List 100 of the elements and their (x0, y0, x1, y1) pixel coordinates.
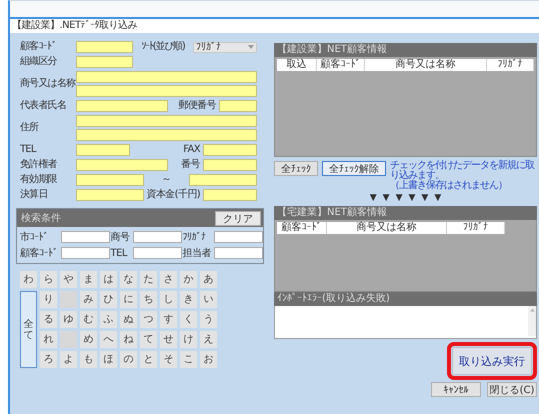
kana-key[interactable]: う (200, 311, 217, 328)
input-field[interactable] (189, 174, 257, 186)
input-field[interactable] (214, 247, 263, 259)
kana-key[interactable]: み (80, 291, 97, 308)
kana-key[interactable]: へ (100, 331, 117, 348)
kana-key[interactable]: ら (40, 271, 57, 288)
kana-key[interactable]: ろ (40, 351, 57, 368)
kana-key[interactable]: れ (40, 331, 57, 348)
field-label: 顧客ｺｰﾄﾞ (20, 246, 58, 260)
field-label: ｿｰﾄ(並び順) (140, 41, 186, 53)
section-header: 【宅建業】NET顧客情報 (274, 206, 537, 220)
input-field[interactable] (214, 231, 263, 243)
kana-key[interactable]: ち (140, 291, 157, 308)
kana-key[interactable]: ひ (100, 291, 117, 308)
kana-key[interactable]: け (180, 331, 197, 348)
field-label: 市ｺｰﾄﾞ (20, 230, 49, 244)
input-field[interactable] (76, 56, 133, 68)
clear-button[interactable]: クリア (215, 210, 261, 226)
kana-key[interactable]: つ (140, 311, 157, 328)
input-field[interactable] (76, 129, 257, 141)
kana-key[interactable]: る (40, 311, 57, 328)
input-field[interactable] (132, 247, 182, 259)
sort-dropdown[interactable]: ﾌﾘｶﾞﾅ (193, 42, 257, 52)
field-label: 住所 (20, 122, 40, 134)
kana-key[interactable]: に (120, 291, 137, 308)
input-field[interactable] (203, 144, 257, 156)
kana-key[interactable]: む (80, 311, 97, 328)
down-arrow-icon: ▼ (408, 192, 416, 204)
kana-key[interactable]: な (120, 271, 137, 288)
check-button[interactable]: 全ﾁｪｯｸ (274, 161, 318, 176)
kana-key[interactable]: そ (160, 351, 177, 368)
input-field[interactable] (76, 144, 130, 156)
kana-key[interactable]: き (180, 291, 197, 308)
kana-key[interactable]: り (40, 291, 57, 308)
kana-key[interactable]: く (180, 311, 197, 328)
input-field[interactable] (60, 231, 110, 243)
kana-key[interactable]: ゆ (60, 311, 77, 328)
kana-key[interactable]: か (180, 271, 197, 288)
input-field[interactable] (132, 231, 182, 243)
kana-key[interactable]: す (160, 311, 177, 328)
input-field[interactable] (219, 100, 257, 112)
field-label: 有効期限 (20, 174, 58, 186)
check-button[interactable]: 全ﾁｪｯｸ解除 (322, 161, 386, 176)
kana-key[interactable]: ま (80, 271, 97, 288)
kana-key[interactable]: い (200, 291, 217, 308)
field-label: 商号 (110, 230, 130, 244)
kana-key[interactable]: て (140, 331, 157, 348)
input-field[interactable] (76, 41, 133, 53)
error-log-field[interactable] (274, 306, 537, 339)
kana-key[interactable]: こ (180, 351, 197, 368)
kana-key[interactable]: え (200, 331, 217, 348)
column-header: 取込 (277, 59, 317, 71)
input-field[interactable] (76, 159, 168, 171)
field-label: 免許権者 (20, 159, 58, 171)
kana-key[interactable]: め (80, 331, 97, 348)
column-header: 顧客ｺｰﾄﾞ (317, 59, 365, 71)
input-field[interactable] (76, 174, 144, 186)
input-field[interactable] (76, 85, 257, 97)
column-header: ﾌﾘｶﾞﾅ (447, 222, 505, 234)
kana-key[interactable]: は (100, 271, 117, 288)
kana-key[interactable]: よ (60, 351, 77, 368)
footer-button[interactable]: ｷｬﾝｾﾙ (431, 382, 481, 397)
kana-key[interactable]: わ (20, 271, 37, 288)
column-header: 商号又は名称 (365, 59, 487, 71)
input-field[interactable] (60, 247, 110, 259)
kana-key[interactable]: さ (160, 271, 177, 288)
kana-key[interactable]: お (200, 351, 217, 368)
field-label: 決算日 (20, 189, 49, 201)
input-field[interactable] (203, 189, 257, 201)
column-header: ﾌﾘｶﾞﾅ (487, 59, 534, 71)
field-label: TEL (110, 248, 128, 258)
input-field[interactable] (203, 159, 257, 171)
kana-key[interactable]: ね (120, 331, 137, 348)
column-header: 顧客ｺｰﾄﾞ (277, 222, 327, 234)
kana-key[interactable]: ほ (100, 351, 117, 368)
kana-key[interactable]: や (60, 271, 77, 288)
field-label: 資本金(千円) (145, 189, 201, 201)
kana-key[interactable]: ぬ (120, 311, 137, 328)
input-field[interactable] (76, 100, 168, 112)
kana-key[interactable]: し (160, 291, 177, 308)
field-label: 商号又は名称 (20, 78, 76, 90)
kana-key[interactable]: せ (160, 331, 177, 348)
field-label: 顧客ｺｰﾄﾞ (20, 41, 58, 53)
input-field[interactable] (76, 189, 144, 201)
scroll-up-icon (530, 308, 534, 312)
all-kana-button[interactable]: 全て (20, 291, 37, 368)
import-execute-button[interactable]: 取り込み実行 (452, 347, 532, 375)
notice-text: チェックを付けたデータを新規に取り込みます。 （上書き保存はされません） (390, 161, 536, 191)
kana-key[interactable]: も (80, 351, 97, 368)
footer-button[interactable]: 閉じる(C) (487, 382, 537, 397)
kana-key[interactable]: と (140, 351, 157, 368)
kana-key[interactable]: た (140, 271, 157, 288)
section-title: 検索条件 (21, 212, 61, 225)
input-field[interactable] (76, 71, 257, 83)
input-field[interactable] (76, 115, 257, 127)
range-separator: ～ (160, 174, 172, 186)
kana-key[interactable]: あ (200, 271, 217, 288)
down-arrow-icon: ▼ (382, 192, 390, 204)
kana-key[interactable]: ふ (100, 311, 117, 328)
kana-key[interactable]: の (120, 351, 137, 368)
